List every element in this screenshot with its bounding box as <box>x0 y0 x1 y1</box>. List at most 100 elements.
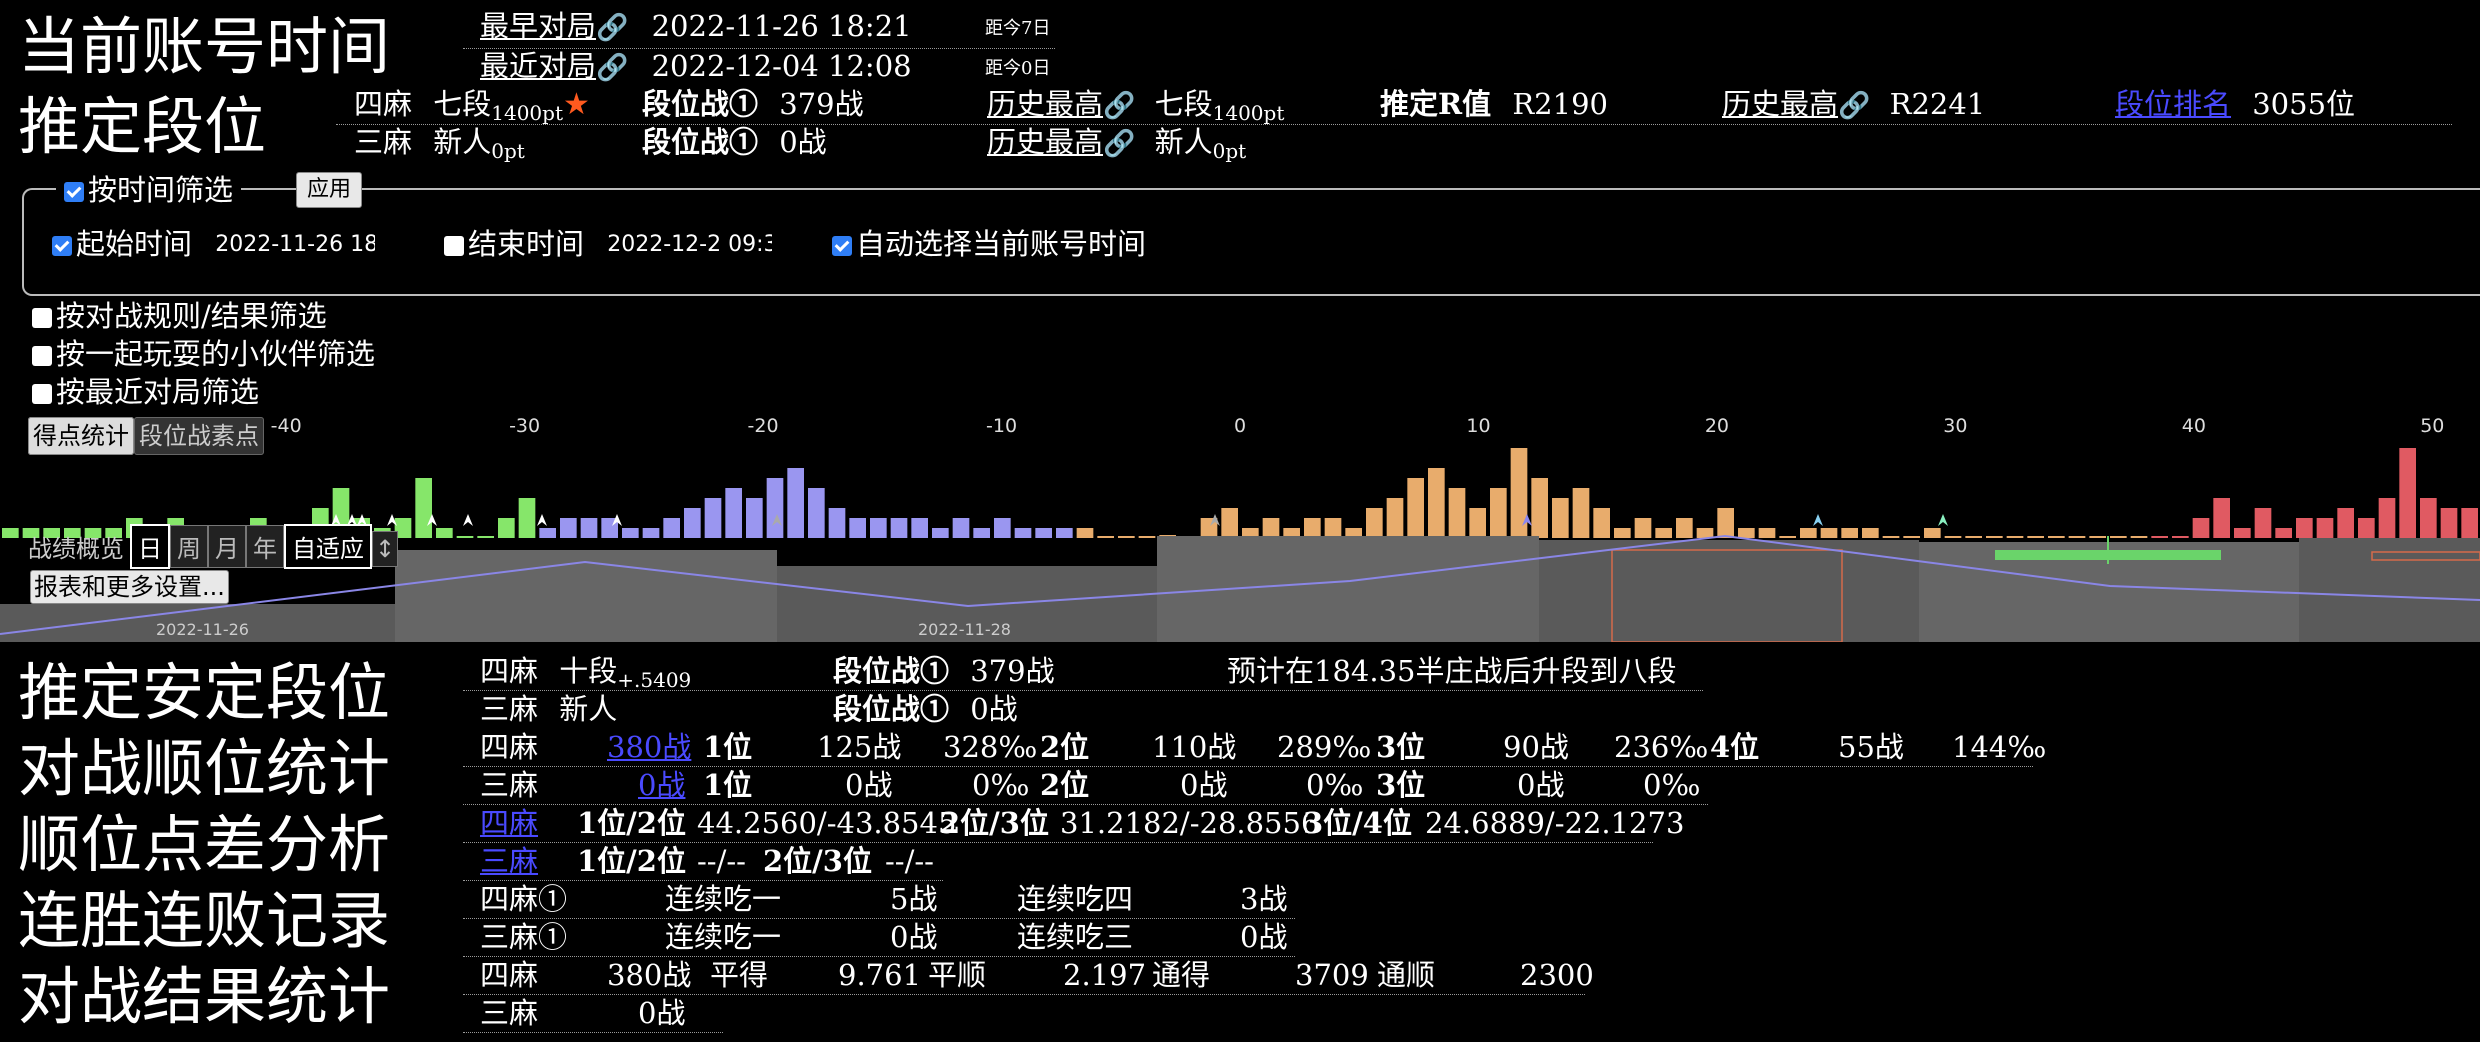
place-count: 0战 <box>1180 768 1228 802</box>
mode-label: 三麻 <box>480 692 539 726</box>
day-tab[interactable]: 日 <box>130 524 170 569</box>
battles-value: 0战 <box>779 125 827 159</box>
earliest-value: 2022-11-26 18:21 <box>651 9 912 43</box>
rank-pt: 0pt <box>491 139 525 163</box>
diff-three-row: 三麻 1位/2位 --/-- 2位/3位 --/-- <box>480 844 934 878</box>
stable-rank: 新人 <box>559 692 618 726</box>
mode-label: 四麻 <box>480 730 539 764</box>
report-settings-button[interactable]: 报表和更多设置... <box>30 570 229 604</box>
three-history: 历史最高🔗 新人0pt <box>987 125 1247 163</box>
total-score-value: 3709 <box>1295 958 1369 992</box>
ranking-link[interactable]: 段位排名 <box>2115 87 2231 121</box>
history-pt: 0pt <box>1212 139 1247 163</box>
games-count: 380战 <box>607 958 692 992</box>
place-rate: 236‰ <box>1614 730 1709 764</box>
start-time-checkbox[interactable] <box>52 236 72 256</box>
stable-three-row: 三麻 新人 <box>480 695 617 724</box>
start-time-input[interactable]: 2022-11-26 18: <box>215 234 375 256</box>
auto-time-label: 自动选择当前账号时间 <box>856 227 1147 261</box>
total-games-link[interactable]: 0战 <box>638 771 685 800</box>
history-rank: 新人 <box>1154 125 1213 159</box>
link-icon[interactable]: 🔗 <box>596 53 628 83</box>
r-history-label[interactable]: 历史最高 <box>1722 87 1838 121</box>
x-tick-label: 30 <box>1943 415 1967 437</box>
pair-value: 24.6889/-22.1273 <box>1425 806 1685 840</box>
mode-link[interactable]: 三麻 <box>480 844 538 878</box>
year-tab[interactable]: 年 <box>246 525 284 568</box>
month-tab[interactable]: 月 <box>208 525 246 568</box>
history-label[interactable]: 历史最高 <box>987 125 1103 159</box>
time-filter-checkbox[interactable] <box>64 182 84 202</box>
auto-time-checkbox[interactable] <box>832 236 852 256</box>
total-score-label: 通得 <box>1152 958 1211 992</box>
battles-label[interactable]: 段位战① <box>833 654 949 688</box>
order-stats-title: 对战顺位统计 <box>18 732 391 805</box>
mode-label[interactable]: 三麻① <box>480 920 567 954</box>
recent-filter-row[interactable]: 按最近对局筛选 <box>32 378 259 407</box>
rule-filter-row[interactable]: 按对战规则/结果筛选 <box>32 302 327 331</box>
streak-three-row: 三麻① 连续吃一 0战 连续吃三 0战 <box>480 920 1287 954</box>
x-tick-label: -20 <box>748 415 779 437</box>
streak-title: 连胜连败记录 <box>18 884 391 957</box>
r-label: 推定R值 <box>1380 87 1492 121</box>
earliest-ago: 距今7日 <box>985 18 1051 39</box>
stable-prediction: 预计在184.35半庄战后升段到八段 <box>1227 654 1677 688</box>
partner-filter-checkbox[interactable] <box>32 346 52 366</box>
four-history: 历史最高🔗 七段1400pt <box>987 87 1284 124</box>
link-icon[interactable]: 🔗 <box>1103 91 1135 121</box>
place-count: 55战 <box>1838 730 1904 764</box>
timeline-date-1: 2022-11-26 <box>156 620 249 639</box>
battles-value: 379战 <box>779 87 864 121</box>
battles-value: 379战 <box>970 654 1055 688</box>
period-block <box>2299 538 2480 642</box>
period-block <box>395 550 777 642</box>
total-place-value: 2300 <box>1520 958 1594 992</box>
battles-label[interactable]: 段位战① <box>833 692 949 726</box>
rank-points-tab[interactable]: 段位战素点 <box>134 417 264 455</box>
place-count: 110战 <box>1152 730 1237 764</box>
earliest-row: 最早对局🔗 2022-11-26 18:21 <box>480 9 912 43</box>
history-label[interactable]: 历史最高 <box>987 87 1103 121</box>
battles-label[interactable]: 段位战① <box>642 125 758 159</box>
place-label: 1位 <box>703 730 753 764</box>
place-count: 90战 <box>1503 730 1569 764</box>
mode-label: 三麻 <box>354 125 413 159</box>
link-icon[interactable]: 🔗 <box>1838 91 1870 121</box>
link-icon[interactable]: 🔗 <box>596 13 628 43</box>
rule-filter-checkbox[interactable] <box>32 308 52 328</box>
total-games-link[interactable]: 380战 <box>607 733 691 762</box>
link-icon[interactable]: 🔗 <box>1103 129 1135 159</box>
recent-filter-checkbox[interactable] <box>32 384 52 404</box>
place-label: 1位 <box>703 768 753 802</box>
star-icon: ★ <box>563 87 590 122</box>
result-three-row: 三麻 0战 <box>480 999 685 1028</box>
resize-icon[interactable]: ↕ <box>372 531 399 567</box>
partner-filter-row[interactable]: 按一起玩耍的小伙伴筛选 <box>32 340 375 369</box>
score-stats-tab[interactable]: 得点统计 <box>28 417 134 455</box>
battles-label[interactable]: 段位战① <box>642 87 758 121</box>
streak-label: 连续吃三 <box>1017 920 1134 954</box>
place-label: 3位 <box>1376 768 1426 802</box>
earliest-label[interactable]: 最早对局 <box>480 9 596 43</box>
four-rank-row: 四麻 七段1400pt★ <box>354 87 590 124</box>
avg-score-value: 9.761 <box>838 958 922 992</box>
latest-label[interactable]: 最近对局 <box>480 49 596 83</box>
apply-button[interactable]: 应用 <box>296 172 363 208</box>
time-filter-legend[interactable]: 按时间筛选 <box>56 176 242 205</box>
overview-label: 战绩概览 <box>28 535 124 563</box>
end-time-input[interactable]: 2022-12-2 09:3 <box>607 234 772 256</box>
latest-row: 最近对局🔗 2022-12-04 12:08 <box>480 49 912 83</box>
streak-value: 0战 <box>1240 920 1288 954</box>
stable-rank-title: 推定安定段位 <box>18 656 391 729</box>
end-time-checkbox[interactable] <box>444 236 464 256</box>
adaptive-tab[interactable]: 自适应 <box>284 524 372 569</box>
place-count: 0战 <box>1517 768 1565 802</box>
mode-link[interactable]: 四麻 <box>480 806 538 840</box>
order-four-row: 四麻 380战 1位 125战 328‰ 2位 110战 289‰ 3位 90战… <box>480 730 2046 764</box>
mode-label[interactable]: 四麻① <box>480 882 567 916</box>
x-tick-label: 50 <box>2420 415 2444 437</box>
avg-score-label: 平得 <box>710 958 769 992</box>
three-rank-row: 三麻 新人0pt <box>354 125 525 163</box>
mode-label: 四麻 <box>480 958 539 992</box>
week-tab[interactable]: 周 <box>170 525 208 568</box>
